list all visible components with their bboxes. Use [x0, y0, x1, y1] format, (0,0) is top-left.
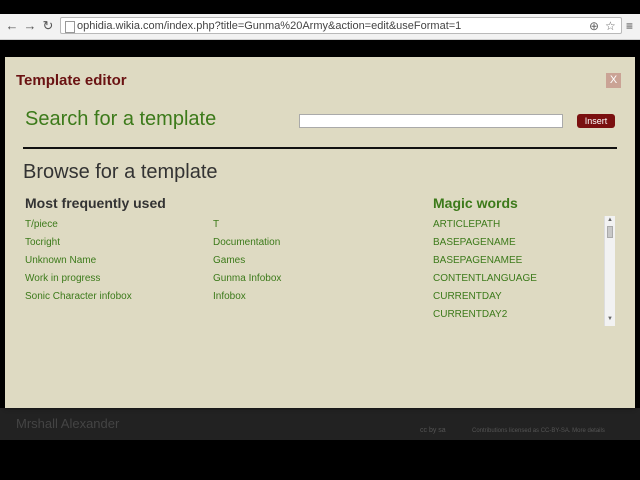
template-link[interactable]: Sonic Character infobox: [25, 291, 132, 303]
template-link[interactable]: T/piece: [25, 219, 58, 231]
magic-words-list: ARTICLEPATH BASEPAGENAME BASEPAGENAMEE C…: [433, 217, 613, 325]
magic-words-heading: Magic words: [433, 195, 518, 211]
template-search-input[interactable]: [299, 114, 563, 128]
magic-word-item[interactable]: CURRENTDAY2: [433, 309, 507, 321]
scrollbar-thumb[interactable]: [607, 226, 613, 238]
insert-button[interactable]: Insert: [577, 114, 615, 128]
scroll-up-icon[interactable]: ▲: [607, 217, 613, 224]
template-editor-dialog: Template editor X Search for a template …: [5, 57, 635, 408]
magic-words-scrollbar[interactable]: ▲ ▼: [604, 216, 615, 326]
close-button[interactable]: X: [606, 73, 621, 88]
template-link[interactable]: T: [213, 219, 219, 231]
template-link[interactable]: Tocright: [25, 237, 60, 249]
template-link[interactable]: Gunma Infobox: [213, 273, 281, 285]
address-bar[interactable]: ophidia.wikia.com/index.php?title=Gunma%…: [60, 17, 622, 34]
page-icon: [65, 21, 75, 33]
template-link[interactable]: Games: [213, 255, 245, 267]
search-heading: Search for a template: [25, 108, 217, 130]
footer-license-note: Contributions licensed as CC-BY-SA. More…: [472, 428, 605, 434]
reload-icon[interactable]: ↻: [40, 18, 56, 34]
template-link[interactable]: Infobox: [213, 291, 246, 303]
zoom-icon[interactable]: ⊕: [589, 19, 599, 33]
most-frequent-heading: Most frequently used: [25, 195, 166, 211]
magic-word-item[interactable]: ARTICLEPATH: [433, 219, 500, 231]
back-icon[interactable]: ←: [4, 18, 20, 34]
footer-user-name: Mrshall Alexander: [16, 416, 120, 431]
template-link[interactable]: Work in progress: [25, 273, 100, 285]
template-link[interactable]: Documentation: [213, 237, 280, 249]
address-url: ophidia.wikia.com/index.php?title=Gunma%…: [77, 20, 462, 32]
divider: [23, 147, 617, 149]
magic-word-item[interactable]: CURRENTDAY: [433, 291, 502, 303]
browser-toolbar: ← → ↻ ophidia.wikia.com/index.php?title=…: [0, 14, 640, 40]
magic-word-item[interactable]: CONTENTLANGUAGE: [433, 273, 537, 285]
scroll-down-icon[interactable]: ▼: [607, 316, 613, 323]
license-icon: cc by sa: [420, 427, 446, 434]
forward-icon[interactable]: →: [22, 18, 38, 34]
dialog-title: Template editor: [16, 72, 127, 89]
window-top-bar: [0, 0, 640, 14]
magic-word-item[interactable]: BASEPAGENAME: [433, 237, 516, 249]
bookmark-star-icon[interactable]: ☆: [605, 19, 616, 33]
browse-heading: Browse for a template: [23, 161, 218, 183]
browser-menu-icon[interactable]: ≡: [626, 19, 633, 33]
template-link[interactable]: Unknown Name: [25, 255, 96, 267]
magic-word-item[interactable]: BASEPAGENAMEE: [433, 255, 522, 267]
